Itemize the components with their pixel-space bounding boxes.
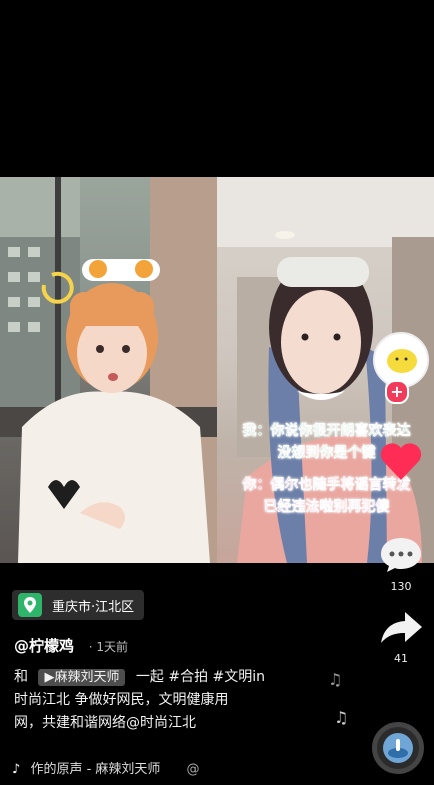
left-video-frame[interactable] (0, 177, 217, 563)
music-note-icon: ♫ (328, 670, 343, 689)
music-note-icon: ♫ (334, 708, 349, 727)
music-title-overflow: @ (186, 762, 200, 777)
post-time: · 1天前 (88, 640, 129, 654)
caption-line-3: 网，共建和谐网络@时尚江北 (14, 715, 196, 731)
overlay-text-line-1: 我：你说你很开朗喜欢表达 (242, 423, 411, 439)
author-handle[interactable]: @柠檬鸡 (14, 637, 74, 655)
music-info[interactable]: ♪ 作的原声 - 麻辣刘天师 @ (12, 758, 200, 777)
caption-line-2: 时尚江北 争做好网民，文明健康用 (14, 692, 229, 708)
caption-hashtags[interactable]: 一起 #合拍 #文明in (136, 669, 265, 685)
caption-prefix: 和 (14, 669, 28, 685)
share-count: 41 (394, 652, 408, 665)
tiktok-note-icon: ♪ (12, 762, 21, 777)
heart-icon (380, 443, 422, 480)
like-button[interactable] (378, 440, 424, 486)
music-disc[interactable] (372, 722, 424, 774)
plus-icon: + (390, 382, 404, 401)
location-text: 重庆市·江北区 (52, 599, 135, 615)
location-tag[interactable]: 重庆市·江北区 (12, 590, 145, 620)
comment-count: 130 (390, 580, 412, 593)
follow-button[interactable]: + (385, 380, 409, 404)
caption-line-1: 和 ▶麻辣刘天师 一起 #合拍 #文明in (14, 666, 314, 689)
music-title: 作的原声 - 麻辣刘天师 (30, 762, 161, 777)
left-video-scene (0, 177, 217, 563)
comment-button[interactable]: 130 (378, 534, 424, 593)
comment-icon (381, 538, 421, 572)
share-button[interactable]: 41 (378, 608, 424, 665)
overlay-text-line-4: 已经违法啦别再犯傻 (263, 499, 390, 515)
mentioned-user-chip[interactable]: ▶麻辣刘天师 (38, 669, 126, 686)
author-line: @柠檬鸡 · 1天前 (14, 635, 128, 656)
music-disc-cover-icon (383, 733, 413, 763)
video-caption: 和 ▶麻辣刘天师 一起 #合拍 #文明in 时尚江北 争做好网民，文明健康用 网… (14, 666, 314, 735)
location-pin-icon (18, 593, 42, 617)
share-arrow-icon (381, 612, 422, 643)
